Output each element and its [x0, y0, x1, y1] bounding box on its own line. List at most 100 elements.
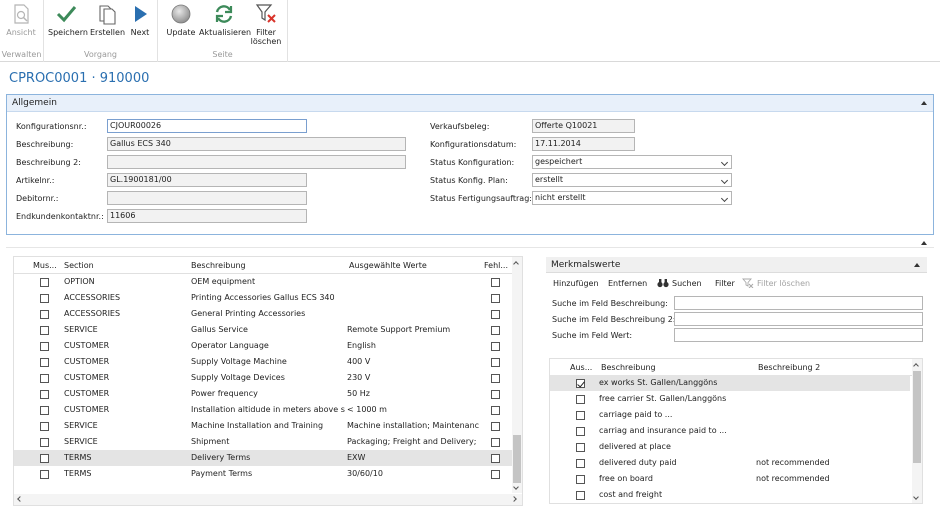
list-item[interactable]: ex works St. Gallen/Langgöns	[550, 375, 910, 391]
ansicht-button[interactable]: Ansicht	[4, 3, 38, 37]
table-row[interactable]: TERMS Delivery Terms EXW	[14, 450, 512, 466]
fehler-checkbox[interactable]	[491, 422, 500, 431]
scroll-up-arrow-icon[interactable]	[513, 261, 519, 267]
fehler-checkbox[interactable]	[491, 470, 500, 479]
muss-checkbox[interactable]	[40, 342, 49, 351]
field-right-4[interactable]: nicht erstellt	[532, 191, 732, 205]
table-row[interactable]: SERVICE Gallus Service Remote Support Pr…	[14, 322, 512, 338]
fehler-checkbox[interactable]	[491, 406, 500, 415]
scroll-right-arrow-icon[interactable]	[511, 496, 517, 502]
merkmalswerte-header[interactable]: Merkmalswerte	[546, 257, 927, 273]
muss-checkbox[interactable]	[40, 406, 49, 415]
auswahl-checkbox[interactable]	[576, 491, 585, 500]
scroll-down-arrow-icon[interactable]	[513, 484, 519, 490]
field-left-1[interactable]: Gallus ECS 340	[107, 137, 406, 151]
filter-button[interactable]: Filter	[715, 279, 735, 288]
expand-collapse-chevron-icon[interactable]	[921, 241, 927, 245]
fehler-checkbox[interactable]	[491, 358, 500, 367]
table-row[interactable]: ACCESSORIES Printing Accessories Gallus …	[14, 290, 512, 306]
field-right-2[interactable]: gespeichert	[532, 155, 732, 169]
fehler-checkbox[interactable]	[491, 310, 500, 319]
chevron-down-icon[interactable]	[720, 176, 729, 185]
table-row[interactable]: CUSTOMER Operator Language English	[14, 338, 512, 354]
table-row[interactable]: SERVICE Machine Installation and Trainin…	[14, 418, 512, 434]
muss-checkbox[interactable]	[40, 374, 49, 383]
muss-checkbox[interactable]	[40, 454, 49, 463]
field-left-4[interactable]	[107, 191, 307, 205]
m-scroll-up-arrow-icon[interactable]	[913, 363, 919, 369]
field-right-0[interactable]: Offerte Q10021	[532, 119, 635, 133]
list-item[interactable]: cost and freight	[550, 487, 910, 503]
fehler-checkbox[interactable]	[491, 454, 500, 463]
scroll-thumb[interactable]	[513, 435, 521, 483]
search-input-2[interactable]	[674, 328, 923, 342]
search-input-1[interactable]	[674, 312, 923, 326]
auswahl-checkbox[interactable]	[576, 475, 585, 484]
col-header-ausgewaehlt[interactable]: Aus...	[570, 363, 592, 372]
erstellen-button[interactable]: Erstellen	[90, 3, 125, 37]
table-row[interactable]: TERMS Payment Terms 30/60/10	[14, 466, 512, 482]
field-left-2[interactable]	[107, 155, 406, 169]
field-left-3[interactable]: GL.1900181/00	[107, 173, 307, 187]
col-header-beschreibung[interactable]: Beschreibung	[191, 261, 246, 270]
muss-checkbox[interactable]	[40, 422, 49, 431]
m-scroll-thumb[interactable]	[913, 371, 921, 463]
list-item[interactable]: carriage paid to ...	[550, 407, 910, 423]
hinzufuegen-button[interactable]: Hinzufügen	[553, 279, 599, 288]
scroll-left-arrow-icon[interactable]	[17, 496, 23, 502]
muss-checkbox[interactable]	[40, 294, 49, 303]
col-header-m-beschreibung[interactable]: Beschreibung	[601, 363, 656, 372]
fehler-checkbox[interactable]	[491, 438, 500, 447]
field-left-5[interactable]: 11606	[107, 209, 307, 223]
col-header-fehler[interactable]: Fehl...	[484, 261, 508, 270]
table-row[interactable]: CUSTOMER Supply Voltage Machine 400 V	[14, 354, 512, 370]
table-row[interactable]: ACCESSORIES General Printing Accessories	[14, 306, 512, 322]
section-grid-hscrollbar[interactable]	[14, 494, 522, 505]
filter-loeschen-button[interactable]: Filter löschen	[250, 3, 282, 46]
merkmalswerte-scrollbar[interactable]	[912, 359, 922, 503]
table-row[interactable]: CUSTOMER Supply Voltage Devices 230 V	[14, 370, 512, 386]
table-row[interactable]: CUSTOMER Power frequency 50 Hz	[14, 386, 512, 402]
table-row[interactable]: SERVICE Shipment Packaging; Freight and …	[14, 434, 512, 450]
auswahl-checkbox[interactable]	[576, 443, 585, 452]
aktualisieren-button[interactable]: Aktualisieren	[199, 3, 251, 37]
auswahl-checkbox[interactable]	[576, 379, 585, 388]
allgemein-header[interactable]: Allgemein	[7, 95, 933, 112]
table-row[interactable]: CUSTOMER Installation altidude in meters…	[14, 402, 512, 418]
muss-checkbox[interactable]	[40, 358, 49, 367]
speichern-button[interactable]: Speichern	[48, 3, 88, 37]
list-item[interactable]: free carrier St. Gallen/Langgöns	[550, 391, 910, 407]
fehler-checkbox[interactable]	[491, 278, 500, 287]
search-input-0[interactable]	[674, 296, 923, 310]
field-left-0[interactable]: CJOUR00026	[107, 119, 307, 133]
muss-checkbox[interactable]	[40, 390, 49, 399]
muss-checkbox[interactable]	[40, 326, 49, 335]
fehler-checkbox[interactable]	[491, 342, 500, 351]
field-right-1[interactable]: 17.11.2014	[532, 137, 635, 151]
table-row[interactable]: OPTION OEM equipment	[14, 274, 512, 290]
chevron-down-icon[interactable]	[720, 158, 729, 167]
auswahl-checkbox[interactable]	[576, 427, 585, 436]
field-right-3[interactable]: erstellt	[532, 173, 732, 187]
muss-checkbox[interactable]	[40, 278, 49, 287]
merkmalswerte-collapse-icon[interactable]	[914, 263, 920, 267]
muss-checkbox[interactable]	[40, 470, 49, 479]
col-header-beschreibung-2[interactable]: Beschreibung 2	[758, 363, 820, 372]
next-button[interactable]: Next	[128, 3, 152, 37]
list-item[interactable]: carriag and insurance paid to ...	[550, 423, 910, 439]
col-header-muss[interactable]: Mus...	[33, 261, 57, 270]
list-item[interactable]: delivered duty paid not recommended	[550, 455, 910, 471]
m-scroll-down-arrow-icon[interactable]	[913, 494, 919, 500]
fehler-checkbox[interactable]	[491, 374, 500, 383]
auswahl-checkbox[interactable]	[576, 411, 585, 420]
section-grid-scrollbar[interactable]	[512, 257, 522, 493]
auswahl-checkbox[interactable]	[576, 459, 585, 468]
col-header-ausgewaehlte-werte[interactable]: Ausgewählte Werte	[349, 261, 427, 270]
list-item[interactable]: delivered at place	[550, 439, 910, 455]
chevron-down-icon[interactable]	[720, 194, 729, 203]
col-header-section[interactable]: Section	[64, 261, 94, 270]
muss-checkbox[interactable]	[40, 438, 49, 447]
list-item[interactable]: free on board not recommended	[550, 471, 910, 487]
auswahl-checkbox[interactable]	[576, 395, 585, 404]
muss-checkbox[interactable]	[40, 310, 49, 319]
